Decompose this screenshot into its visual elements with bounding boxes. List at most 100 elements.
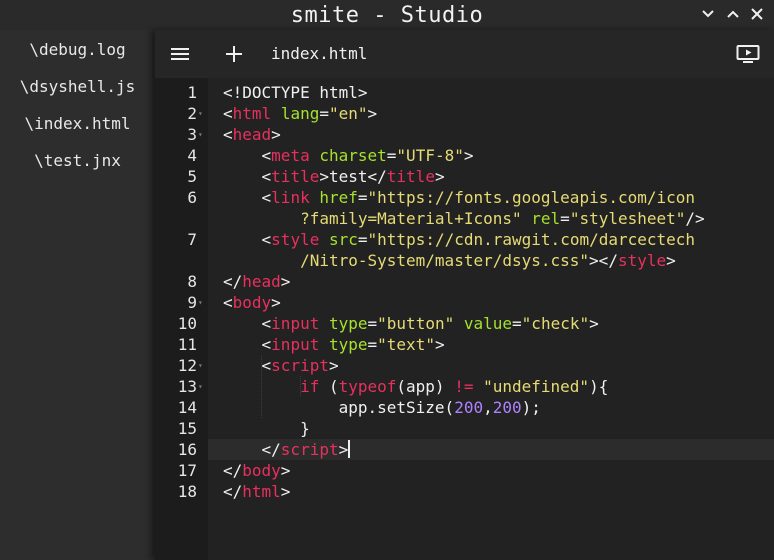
code-token: < [223, 335, 272, 354]
code-token: body [242, 461, 281, 480]
line-number: 12 [177, 356, 197, 375]
code-text: </script> [208, 440, 351, 459]
code-line-wrap[interactable]: ?family=Material+Icons" rel="stylesheet"… [208, 208, 774, 229]
code-token: , [483, 398, 493, 417]
chevron-down-icon [702, 10, 714, 18]
code-token: > [589, 314, 599, 333]
code-token: (app) [396, 377, 455, 396]
line-number: 10 [177, 314, 197, 333]
code-token: >test</ [319, 167, 387, 186]
code-line[interactable]: <head> [208, 124, 774, 145]
code-line[interactable]: </head> [208, 271, 774, 292]
code-line[interactable]: <!DOCTYPE html> [208, 82, 774, 103]
maximize-button[interactable] [723, 4, 743, 24]
code-text: if (typeof(app) != "undefined"){ [208, 377, 608, 396]
code-line-wrap[interactable]: /Nitro-System/master/dsys.css"></style> [208, 250, 774, 271]
code-line[interactable]: app.setSize(200,200); [208, 397, 774, 418]
code-line[interactable]: </script> [208, 439, 774, 460]
code-text: <script> [208, 356, 339, 375]
code-line[interactable]: <html lang="en"> [208, 103, 774, 124]
menu-button[interactable] [167, 42, 193, 66]
code-token: = [357, 188, 368, 207]
code-token: < [223, 230, 272, 249]
code-token: < [223, 188, 272, 207]
code-token: title [386, 167, 435, 186]
code-token: /> [685, 209, 705, 228]
file-item-test-jnx[interactable]: \test.jnx [0, 142, 155, 179]
code-line[interactable]: <meta charset="UTF-8"> [208, 145, 774, 166]
fold-toggle-icon[interactable]: ▾ [198, 292, 203, 313]
code-token: = [367, 335, 378, 354]
code-line[interactable]: </html> [208, 481, 774, 502]
code-line[interactable]: <input type="text"> [208, 334, 774, 355]
code-text: </body> [208, 461, 290, 480]
fold-toggle-icon[interactable]: ▾ [198, 124, 203, 145]
code-token: > [367, 104, 378, 123]
line-number: 4 [187, 146, 197, 165]
code-token: "button" [377, 314, 455, 333]
code-line[interactable]: <link href="https://fonts.googleapis.com… [208, 187, 774, 208]
code-line[interactable]: <script> [208, 355, 774, 376]
text-caret [348, 440, 351, 458]
code-line[interactable]: <style src="https://cdn.rawgit.com/darce… [208, 229, 774, 250]
code-token: != [454, 377, 474, 396]
tab-index-html[interactable]: index.html [271, 43, 367, 65]
code-token: ></ [589, 251, 618, 270]
code-token: style [271, 230, 320, 249]
code-token: < [223, 125, 233, 144]
code-line[interactable]: } [208, 418, 774, 439]
file-item-debug-log[interactable]: \debug.log [0, 31, 155, 68]
code-editor[interactable]: <!DOCTYPE html> <html lang="en"> <head> <m… [208, 78, 774, 560]
code-token: = [367, 314, 378, 333]
line-number: 8 [187, 272, 197, 291]
line-number: 9 [187, 293, 197, 312]
code-line[interactable]: <input type="button" value="check"> [208, 313, 774, 334]
code-token: app.setSize( [223, 398, 455, 417]
minimize-button[interactable] [698, 4, 718, 24]
code-token: ){ [589, 377, 609, 396]
code-token: /Nitro-System/master/dsys.css" [300, 251, 590, 270]
fold-toggle-icon[interactable]: ▾ [198, 376, 203, 397]
run-preview-button[interactable] [735, 42, 761, 66]
new-file-button[interactable] [221, 42, 247, 66]
code-token: "text" [377, 335, 435, 354]
code-line[interactable]: <title>test</title> [208, 166, 774, 187]
fold-toggle-icon[interactable]: ▾ [198, 103, 203, 124]
code-text: <head> [208, 125, 281, 144]
code-text: <!DOCTYPE html> [208, 83, 368, 102]
line-number: 6 [187, 188, 197, 207]
fold-toggle-icon[interactable]: ▾ [198, 355, 203, 376]
code-token: = [560, 209, 570, 228]
code-token: < [223, 167, 272, 186]
code-token: > [434, 167, 445, 186]
close-button[interactable] [747, 4, 767, 24]
code-token: "stylesheet" [569, 209, 686, 228]
code-token: src [328, 230, 358, 249]
line-number-gutter: 1 2 ▾ 3 ▾ 4 5 6 7 8 9 ▾ 10 11 12 ▾ 13 ▾ 14 15 16 17 18 [155, 78, 208, 560]
code-line[interactable]: </body> [208, 460, 774, 481]
code-text: <input type="text"> [208, 335, 445, 354]
code-token: = [319, 104, 329, 123]
code-token: < [223, 146, 272, 165]
code-token: input [271, 314, 320, 333]
code-token: "https://fonts.googleapis.com/icon [367, 188, 696, 207]
code-token: </ [223, 482, 243, 501]
line-number: 18 [177, 482, 197, 501]
code-token: </ [223, 461, 243, 480]
code-token: lang [280, 104, 320, 123]
code-token: type [328, 335, 368, 354]
code-line[interactable]: <body> [208, 292, 774, 313]
line-number: 13 [177, 377, 197, 396]
file-item-dsyshell-js[interactable]: \dsyshell.js [0, 68, 155, 105]
file-item-index-html[interactable]: \index.html [0, 105, 155, 142]
code-line[interactable]: if (typeof(app) != "undefined"){ [208, 376, 774, 397]
code-token: "https://cdn.rawgit.com/darcectech [367, 230, 696, 249]
code-text: } [208, 419, 310, 438]
